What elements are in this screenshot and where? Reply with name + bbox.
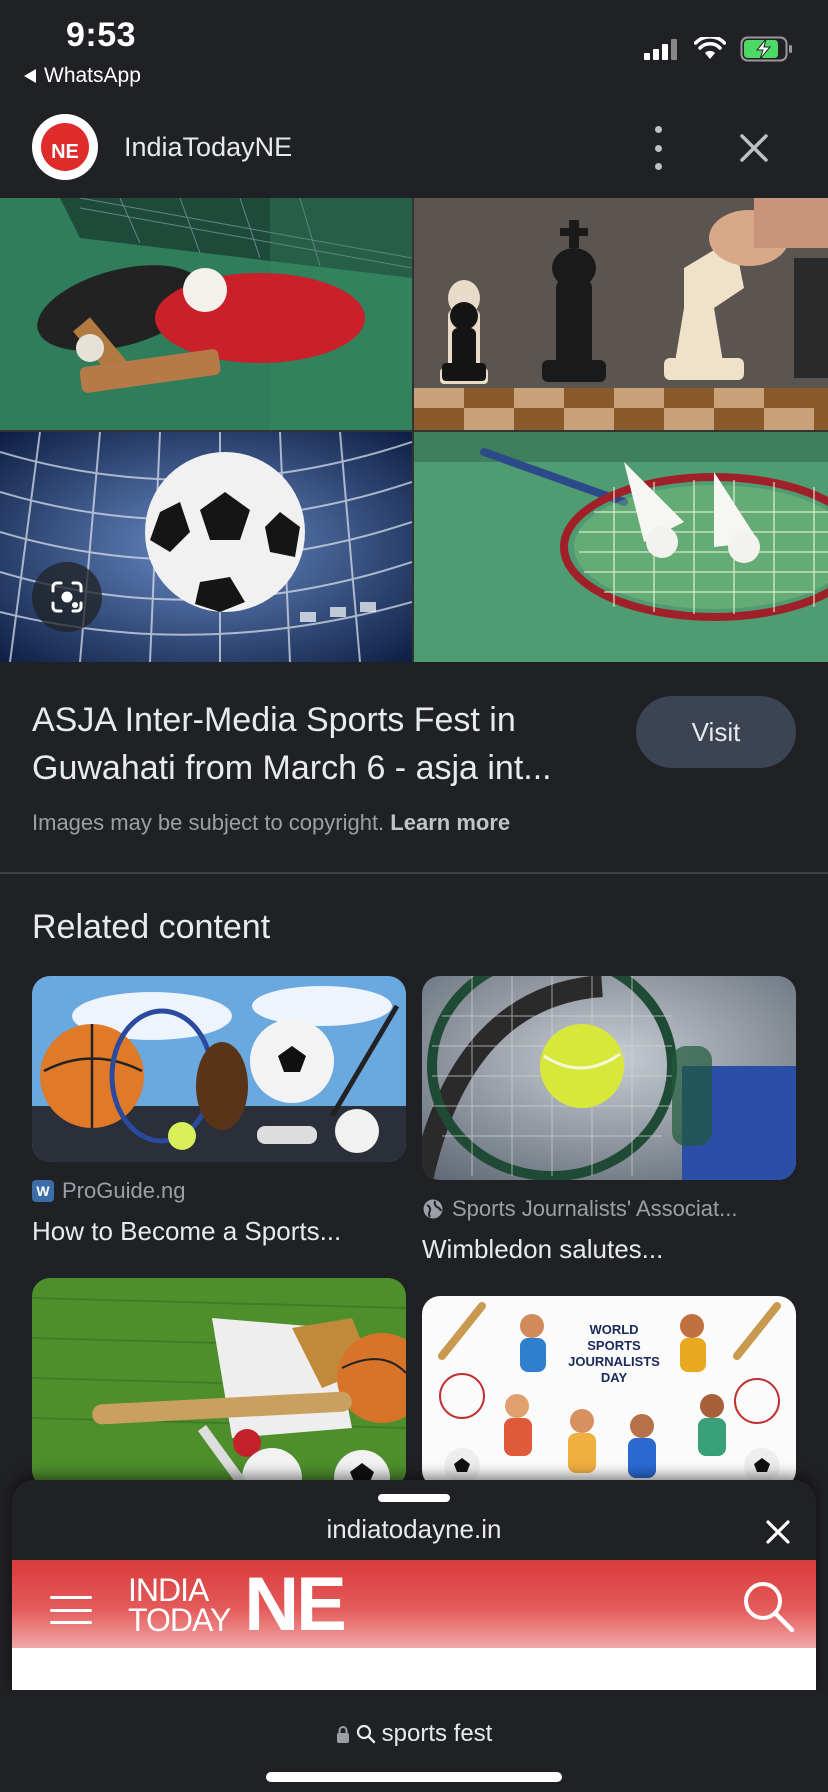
lock-icon xyxy=(336,1726,349,1743)
india-today-ne-logo[interactable]: INDIA TODAY NE xyxy=(128,1562,347,1647)
brand-small-text: INDIA TODAY xyxy=(128,1572,231,1638)
site-logo[interactable]: NE xyxy=(32,114,98,180)
back-app-label: WhatsApp xyxy=(44,64,141,87)
brand-big-text: NE xyxy=(244,1562,347,1647)
result-title-line-1: ASJA Inter-Media Sports Fest in xyxy=(32,701,516,739)
related-card-2-source: Sports Journalists' Associat... xyxy=(422,1196,737,1222)
wifi-icon xyxy=(694,37,726,59)
search-query-icon xyxy=(356,1724,375,1744)
learn-more-link[interactable]: Learn more xyxy=(390,810,510,835)
related-content-heading: Related content xyxy=(32,908,271,946)
signal-icon xyxy=(644,39,677,60)
related-card-1-image[interactable] xyxy=(32,976,406,1162)
related-card-2-caption[interactable]: Wimbledon salutes... xyxy=(422,1234,772,1265)
lens-result-header: NE IndiaTodayNE xyxy=(0,100,828,198)
related-card-4-image[interactable]: WORLD SPORTS JOURNALISTS DAY xyxy=(422,1296,796,1488)
lens-icon xyxy=(51,581,83,613)
search-icon[interactable] xyxy=(740,1578,796,1634)
site-name[interactable]: IndiaTodayNE xyxy=(124,132,292,163)
related-card-1-source: W ProGuide.ng xyxy=(32,1178,186,1204)
address-bar[interactable]: sports fest xyxy=(0,1690,828,1792)
sheet-url: indiatodayne.in xyxy=(326,1514,502,1544)
result-title[interactable]: ASJA Inter-Media Sports Fest in Guwahati… xyxy=(32,696,612,792)
back-arrow-icon xyxy=(24,69,36,83)
brand-small-line-1: INDIA xyxy=(128,1572,209,1608)
chess-image xyxy=(414,198,828,430)
copyright-text: Images may be subject to copyright. xyxy=(32,810,385,835)
result-image[interactable] xyxy=(0,198,828,662)
svg-text:W: W xyxy=(36,1183,50,1199)
related-card-3-image[interactable] xyxy=(32,1278,406,1488)
home-indicator[interactable] xyxy=(266,1772,562,1782)
table-tennis-image xyxy=(0,198,412,430)
world-sports-journalists-day-text-2: SPORTS xyxy=(587,1338,641,1353)
site-logo-mark: NE xyxy=(41,123,89,171)
brand-small-line-2: TODAY xyxy=(128,1602,231,1638)
divider xyxy=(0,872,828,874)
sheet-drag-handle[interactable] xyxy=(378,1494,450,1502)
menu-icon[interactable] xyxy=(50,1596,92,1624)
related-card-1-caption[interactable]: How to Become a Sports... xyxy=(32,1216,382,1247)
world-sports-journalists-day-text-3: JOURNALISTS xyxy=(568,1354,660,1369)
badminton-image xyxy=(414,432,828,662)
status-icons xyxy=(644,36,794,62)
site-content-area xyxy=(12,1648,816,1690)
back-to-app-link[interactable]: WhatsApp xyxy=(24,64,141,88)
site-preview-sheet[interactable]: indiatodayne.in INDIA TODAY NE xyxy=(12,1480,816,1690)
battery-charging-icon xyxy=(740,36,792,62)
wordpress-icon: W xyxy=(32,1180,54,1202)
globe-icon xyxy=(423,1199,443,1219)
related-card-2-image[interactable] xyxy=(422,976,796,1180)
lens-scan-button[interactable] xyxy=(32,562,102,632)
status-time: 9:53 xyxy=(66,16,137,54)
search-query-text: sports fest xyxy=(381,1720,493,1747)
close-icon[interactable] xyxy=(734,128,774,168)
copyright-notice: Images may be subject to copyright. Lear… xyxy=(32,810,510,836)
sheet-close-icon[interactable] xyxy=(764,1518,792,1546)
status-bar: 9:53 WhatsApp xyxy=(0,0,828,100)
site-header-banner: INDIA TODAY NE xyxy=(12,1560,816,1648)
address-bar-content[interactable]: sports fest xyxy=(0,1720,828,1748)
result-title-line-2: Guwahati from March 6 - asja int... xyxy=(32,749,552,787)
more-options-icon[interactable] xyxy=(644,126,672,170)
world-sports-journalists-day-text-1: WORLD xyxy=(589,1322,638,1337)
world-sports-journalists-day-text-4: DAY xyxy=(601,1370,628,1385)
visit-button[interactable]: Visit xyxy=(636,696,796,768)
